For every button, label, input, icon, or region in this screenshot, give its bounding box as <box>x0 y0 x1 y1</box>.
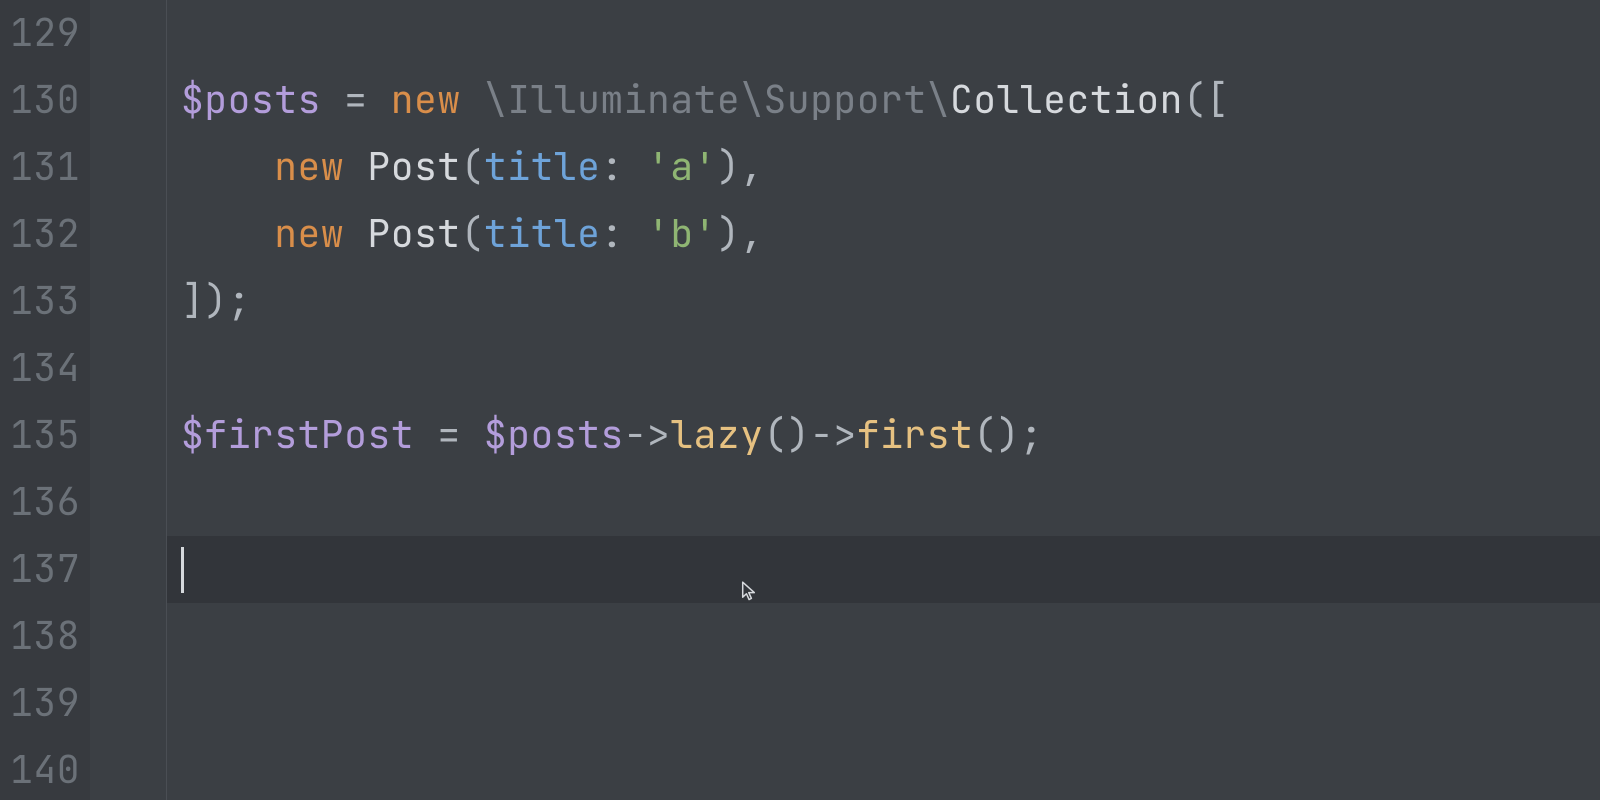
line-number: 136 <box>0 469 80 536</box>
token-str: 'b' <box>647 201 717 268</box>
line-number: 131 <box>0 134 80 201</box>
token-punct: ), <box>717 201 764 268</box>
token-str: 'a' <box>647 134 717 201</box>
line-number: 129 <box>0 0 80 67</box>
token-op: : <box>600 134 647 201</box>
token-punct: ([ <box>1183 67 1230 134</box>
code-line[interactable] <box>167 469 1600 536</box>
token-punct: () <box>764 402 811 469</box>
token-op: = <box>321 67 391 134</box>
code-line[interactable] <box>167 335 1600 402</box>
token-kw: new <box>274 201 367 268</box>
token-punct: (); <box>973 402 1043 469</box>
token-punct: ]); <box>181 268 251 335</box>
line-number: 139 <box>0 670 80 737</box>
line-number: 130 <box>0 67 80 134</box>
token-kw: new <box>274 134 367 201</box>
code-line[interactable] <box>167 0 1600 67</box>
token-var: $posts <box>484 402 624 469</box>
code-line[interactable]: $posts = new \Illuminate\Support\Collect… <box>167 67 1600 134</box>
fold-strip <box>90 0 167 800</box>
token-punct: ( <box>461 134 484 201</box>
token-op: -> <box>624 402 671 469</box>
code-line[interactable] <box>167 670 1600 737</box>
token-op: -> <box>810 402 857 469</box>
line-number: 133 <box>0 268 80 335</box>
code-line[interactable]: ]); <box>167 268 1600 335</box>
token-op <box>181 134 274 201</box>
code-area[interactable]: $posts = new \Illuminate\Support\Collect… <box>167 0 1600 800</box>
token-op <box>181 201 274 268</box>
token-method: first <box>857 402 974 469</box>
token-class: Post <box>367 134 460 201</box>
token-class: Collection <box>950 67 1183 134</box>
token-var: $posts <box>181 67 321 134</box>
line-number: 132 <box>0 201 80 268</box>
line-number: 137 <box>0 536 80 603</box>
token-var: $firstPost <box>181 402 414 469</box>
token-kw: new <box>391 67 484 134</box>
code-line[interactable] <box>167 603 1600 670</box>
token-method: lazy <box>670 402 763 469</box>
code-line[interactable]: new Post(title: 'b'), <box>167 201 1600 268</box>
text-caret <box>181 547 184 593</box>
code-line[interactable]: new Post(title: 'a'), <box>167 134 1600 201</box>
token-dim: \Illuminate\Support\ <box>484 67 950 134</box>
token-param: title <box>484 134 601 201</box>
line-number: 134 <box>0 335 80 402</box>
token-punct: ), <box>717 134 764 201</box>
token-class: Post <box>367 201 460 268</box>
token-op: = <box>414 402 484 469</box>
token-param: title <box>484 201 601 268</box>
code-line[interactable] <box>167 536 1600 603</box>
line-number: 140 <box>0 737 80 800</box>
code-editor[interactable]: 129130131132133134135136137138139140 $po… <box>0 0 1600 800</box>
token-punct: ( <box>461 201 484 268</box>
line-number: 135 <box>0 402 80 469</box>
token-op: : <box>600 201 647 268</box>
line-number-gutter: 129130131132133134135136137138139140 <box>0 0 90 800</box>
code-line[interactable]: $firstPost = $posts->lazy()->first(); <box>167 402 1600 469</box>
code-line[interactable] <box>167 737 1600 800</box>
line-number: 138 <box>0 603 80 670</box>
